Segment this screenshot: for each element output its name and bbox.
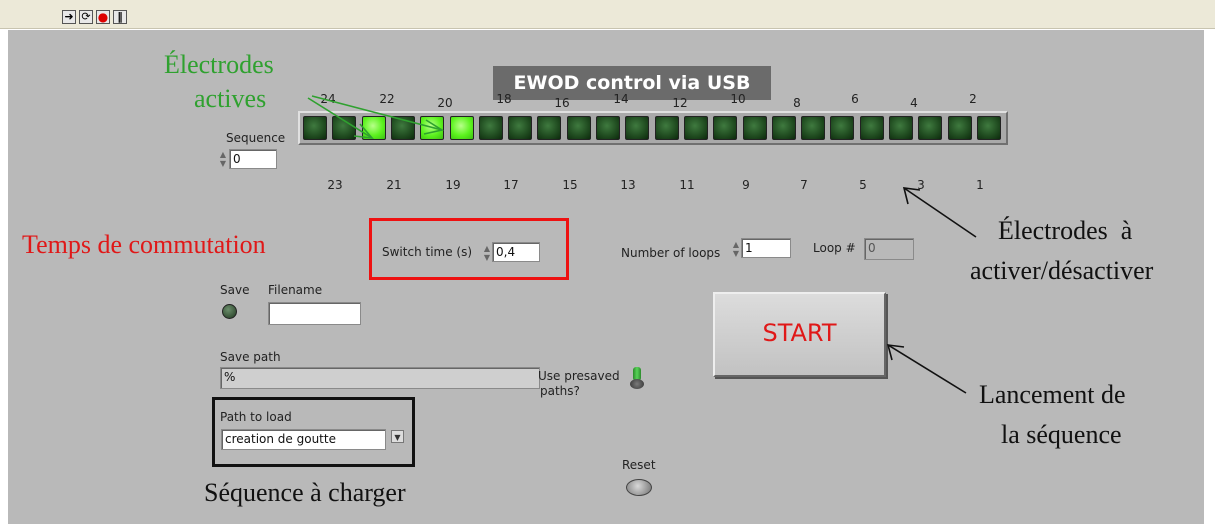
electrode-number-label: 19 [445,178,461,192]
electrode-led[interactable] [655,116,679,140]
run-continuously-icon[interactable]: ⟳ [79,10,93,24]
annotation-electrodes-toggle-line1: Électrodes à [998,216,1133,245]
path-to-load-label: Path to load [220,410,292,424]
path-to-load-select[interactable]: creation de goutte [221,429,386,450]
presaved-label-line1: Use presaved [538,369,620,383]
sequence-label: Sequence [226,131,286,145]
electrode-led[interactable] [977,116,1001,140]
pause-icon[interactable]: ‖ [113,10,127,24]
electrode-number-label: 16 [554,96,570,110]
electrode-number-label: 14 [613,92,629,106]
electrode-number-label: 21 [386,178,402,192]
electrode-number-label: 10 [730,92,746,106]
electrode-led[interactable] [801,116,825,140]
electrode-number-label: 5 [859,178,867,192]
electrode-number-label: 23 [327,178,343,192]
electrode-led[interactable] [332,116,356,140]
electrode-number-label: 8 [793,96,801,110]
electrode-number-label: 18 [496,92,512,106]
run-arrow-icon[interactable]: ➜ [62,10,76,24]
loop-index-label: Loop # [813,241,856,255]
electrode-number-label: 3 [917,178,925,192]
electrode-led[interactable] [772,116,796,140]
electrode-led[interactable] [362,116,386,140]
save-label: Save [220,283,250,297]
start-button-label: START [762,319,837,347]
electrode-led[interactable] [596,116,620,140]
electrode-number-label: 24 [320,92,336,106]
switch-time-stepper-icon[interactable]: ▲ ▼ [483,244,491,262]
switch-time-label: Switch time (s) [382,245,473,259]
electrode-number-label: 7 [800,178,808,192]
annotation-active-electrodes-line1: Électrodes [164,50,274,79]
electrode-led[interactable] [743,116,767,140]
filename-label: Filename [268,283,323,297]
electrode-led[interactable] [508,116,532,140]
loops-label: Number of loops [621,246,721,260]
electrode-number-label: 15 [562,178,578,192]
electrode-number-label: 2 [969,92,977,106]
electrode-number-label: 11 [679,178,695,192]
electrode-number-label: 12 [672,96,688,110]
loops-input[interactable]: 1 [741,238,791,258]
toggle-base-icon [630,379,644,389]
electrode-led[interactable] [537,116,561,140]
electrode-led[interactable] [918,116,942,140]
electrode-number-label: 4 [910,96,918,110]
electrode-number-label: 13 [620,178,636,192]
electrode-number-label: 20 [437,96,453,110]
chevron-down-icon[interactable]: ▼ [391,430,404,443]
annotation-electrodes-toggle-line2: activer/désactiver [970,256,1154,285]
electrode-led[interactable] [948,116,972,140]
filename-input[interactable] [268,302,361,325]
electrode-led[interactable] [713,116,737,140]
switch-time-input[interactable]: 0,4 [492,242,540,262]
electrode-led[interactable] [450,116,474,140]
electrode-led[interactable] [860,116,884,140]
annotation-active-electrodes-line2: actives [194,84,267,113]
start-button[interactable]: START [713,292,886,377]
sequence-input[interactable]: 0 [229,149,277,169]
toolbar: ➜ ⟳ ● ‖ [0,0,1215,29]
save-path-label: Save path [220,350,281,364]
save-led[interactable] [222,304,237,319]
annotation-launch-line1: Lancement de [979,380,1126,409]
electrode-led[interactable] [889,116,913,140]
loop-index-display: 0 [864,238,914,260]
reset-button[interactable] [626,479,652,496]
electrode-led[interactable] [830,116,854,140]
electrode-number-label: 9 [742,178,750,192]
electrode-led[interactable] [391,116,415,140]
sequence-stepper-icon[interactable]: ▲ ▼ [219,150,227,168]
abort-icon[interactable]: ● [96,10,110,24]
electrode-led[interactable] [479,116,503,140]
electrode-led[interactable] [420,116,444,140]
reset-label: Reset [622,458,656,472]
electrode-led[interactable] [303,116,327,140]
electrode-number-label: 17 [503,178,519,192]
electrode-number-label: 22 [379,92,395,106]
electrode-number-label: 1 [976,178,984,192]
annotation-switch-time: Temps de commutation [22,230,266,259]
electrode-led[interactable] [684,116,708,140]
presaved-toggle[interactable] [630,367,644,389]
loops-stepper-icon[interactable]: ▲ ▼ [732,240,740,258]
electrode-number-label: 6 [851,92,859,106]
electrode-led[interactable] [567,116,591,140]
electrode-led[interactable] [625,116,649,140]
presaved-label-line2: paths? [540,384,580,398]
annotation-launch-line2: la séquence [1001,420,1122,449]
save-path-input[interactable]: % [220,367,540,389]
annotation-sequence-load: Séquence à charger [204,478,406,507]
